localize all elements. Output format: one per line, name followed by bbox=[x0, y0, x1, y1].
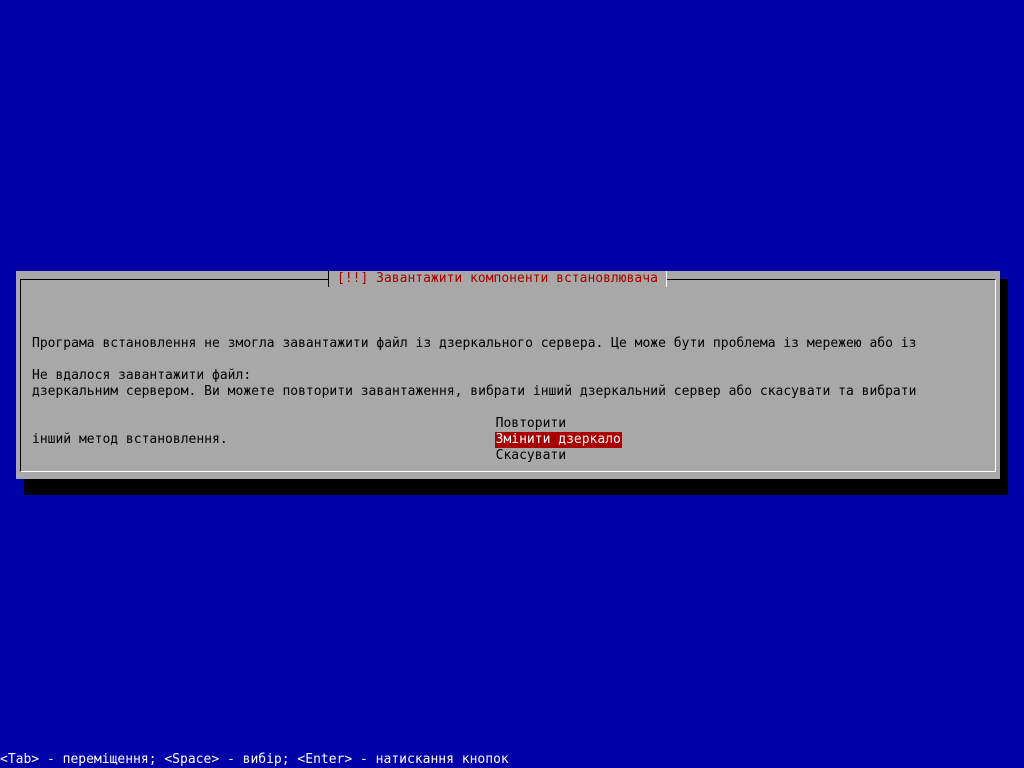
option-label: Повторити bbox=[495, 416, 567, 431]
option-retry[interactable]: Повторити bbox=[432, 400, 622, 431]
keyboard-help-line: <Tab> - переміщення; <Space> - вибір; <E… bbox=[0, 752, 509, 767]
message-line: Програма встановлення не змогла завантаж… bbox=[32, 336, 917, 351]
dialog-title: [!!] Завантажити компоненти встановлювач… bbox=[328, 271, 667, 287]
installer-screen: [!!] Завантажити компоненти встановлювач… bbox=[0, 0, 1024, 768]
option-list: Повторити Змінити дзеркало Скасувати bbox=[432, 400, 622, 463]
message-line: дзеркальним сервером. Ви можете повторит… bbox=[32, 384, 917, 399]
option-label: Змінити дзеркало bbox=[494, 432, 622, 448]
dialog-prompt: Не вдалося завантажити файл: bbox=[32, 368, 252, 383]
installer-dialog: [!!] Завантажити компоненти встановлювач… bbox=[16, 271, 1000, 479]
option-label: Скасувати bbox=[495, 448, 567, 463]
